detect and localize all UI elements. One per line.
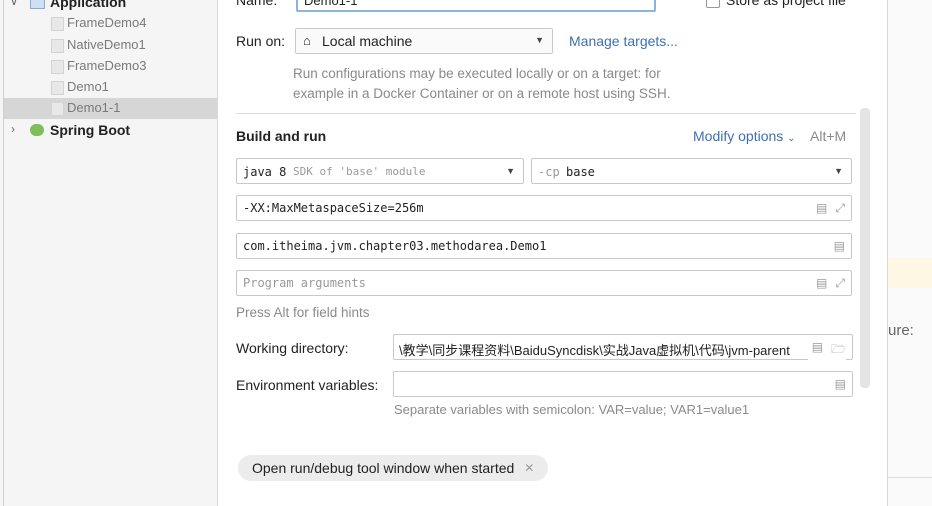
config-tree-panel: ∨ Application FrameDemo4 NativeDemo1 Fra… <box>0 0 218 506</box>
folder-icon[interactable]: 🗁 <box>831 340 846 361</box>
name-label: Name: <box>236 0 278 8</box>
classpath-hint: -cp <box>538 165 560 179</box>
store-label: Store as project file <box>726 0 846 8</box>
tree-spring-label[interactable]: Spring Boot <box>50 122 130 138</box>
run-on-description-line1: Run configurations may be executed local… <box>293 66 661 81</box>
name-value: Demo1-1 <box>304 0 358 8</box>
environment-variables-hint: Separate variables with semicolon: VAR=v… <box>394 402 750 417</box>
sdk-hint: SDK of 'base' module <box>293 165 426 178</box>
tree-item-framedemo4[interactable]: FrameDemo4 <box>51 15 147 31</box>
working-directory-value: \教学\同步课程资料\BaiduSyncdisk\实战Java虚拟机\代码\jv… <box>399 343 790 358</box>
home-icon: ⌂ <box>303 33 311 48</box>
tree-item-demo1[interactable]: Demo1 <box>51 79 109 95</box>
chevron-down-icon[interactable]: ∨ <box>10 0 18 8</box>
vm-options-input[interactable]: -XX:MaxMetaspaceSize=256m ▤ ⤢ <box>236 195 852 221</box>
tree-item-label: Demo1-1 <box>67 100 121 115</box>
modify-options-label: Modify options <box>693 128 784 144</box>
field-actions: ▤ <box>834 239 845 253</box>
config-icon <box>51 60 64 74</box>
open-tool-window-chip[interactable]: Open run/debug tool window when started … <box>238 455 549 481</box>
close-icon[interactable]: ✕ <box>524 461 534 475</box>
vertical-scrollbar[interactable] <box>860 108 870 388</box>
config-icon <box>51 39 64 53</box>
run-on-select[interactable]: ⌂ Local machine ▼ <box>295 28 553 54</box>
browse-icon[interactable]: ▤ <box>834 239 845 253</box>
chevron-down-icon: ▼ <box>506 166 515 176</box>
tree-item-nativedemo1[interactable]: NativeDemo1 <box>51 37 146 53</box>
manage-targets-link[interactable]: Manage targets... <box>569 33 678 49</box>
classpath-select[interactable]: -cp base ▼ <box>531 158 852 184</box>
background-window: ure: <box>887 0 932 506</box>
tree-item-label: Demo1 <box>67 79 109 94</box>
config-icon <box>51 81 64 95</box>
field-actions: ▤ <box>835 377 846 391</box>
main-class-input[interactable]: com.itheima.jvm.chapter03.methodarea.Dem… <box>236 233 852 259</box>
highlight-strip <box>888 258 932 288</box>
divider <box>888 477 932 478</box>
run-on-value: Local machine <box>322 33 413 49</box>
vm-options-value: -XX:MaxMetaspaceSize=256m <box>243 201 424 215</box>
section-divider <box>236 113 856 114</box>
working-directory-input[interactable]: \教学\同步课程资料\BaiduSyncdisk\实战Java虚拟机\代码\jv… <box>393 334 853 361</box>
classpath-value: base <box>566 165 595 179</box>
store-checkbox[interactable] <box>706 0 720 8</box>
panel-edge <box>3 0 4 506</box>
tree-root-label[interactable]: Application <box>50 0 126 10</box>
sdk-value: java 8 <box>243 165 287 179</box>
field-actions: ▤ ⤢ <box>816 201 845 216</box>
copy-icon[interactable]: ▤ <box>816 276 827 291</box>
expand-icon[interactable]: ⤢ <box>835 201 845 216</box>
spring-boot-icon <box>30 124 44 136</box>
config-icon <box>51 102 64 116</box>
edit-icon[interactable]: ▤ <box>835 377 846 391</box>
field-hints-text: Press Alt for field hints <box>236 305 370 320</box>
sdk-select[interactable]: java 8 SDK of 'base' module ▼ <box>236 158 524 184</box>
background-text: ure: <box>888 322 914 339</box>
tree-item-label: FrameDemo3 <box>67 58 147 73</box>
build-and-run-title: Build and run <box>236 128 327 144</box>
field-actions: ▤ 🗁 <box>807 340 846 361</box>
expand-icon[interactable]: ⤢ <box>835 276 845 291</box>
working-directory-label: Working directory: <box>236 340 349 356</box>
field-actions: ▤ ⤢ <box>816 276 845 291</box>
modify-options-shortcut: Alt+M <box>810 128 847 144</box>
name-input[interactable]: Demo1-1 <box>296 0 656 12</box>
chevron-down-icon: ⌄ <box>787 133 796 144</box>
run-on-description-line2: example in a Docker Container or on a re… <box>293 86 671 101</box>
program-arguments-placeholder: Program arguments <box>243 276 366 290</box>
chevron-down-icon: ▼ <box>834 166 843 176</box>
tree-item-demo1-1[interactable]: Demo1-1 <box>51 100 121 116</box>
program-arguments-input[interactable]: Program arguments ▤ ⤢ <box>236 270 852 296</box>
tree-item-label: NativeDemo1 <box>67 37 146 52</box>
environment-variables-label: Environment variables: <box>236 377 379 393</box>
copy-icon[interactable]: ▤ <box>816 201 827 216</box>
chevron-down-icon: ▼ <box>535 35 544 45</box>
chevron-right-icon[interactable]: › <box>11 122 15 136</box>
run-on-label: Run on: <box>236 33 286 49</box>
copy-icon[interactable]: ▤ <box>812 340 823 361</box>
modify-options-link[interactable]: Modify options ⌄ <box>693 128 796 144</box>
application-icon <box>30 0 45 9</box>
main-class-value: com.itheima.jvm.chapter03.methodarea.Dem… <box>243 239 547 253</box>
config-icon <box>51 17 64 31</box>
chip-label: Open run/debug tool window when started <box>252 460 515 476</box>
tree-item-framedemo3[interactable]: FrameDemo3 <box>51 58 147 74</box>
tree-item-label: FrameDemo4 <box>67 15 147 30</box>
environment-variables-input[interactable]: ▤ <box>393 371 853 397</box>
